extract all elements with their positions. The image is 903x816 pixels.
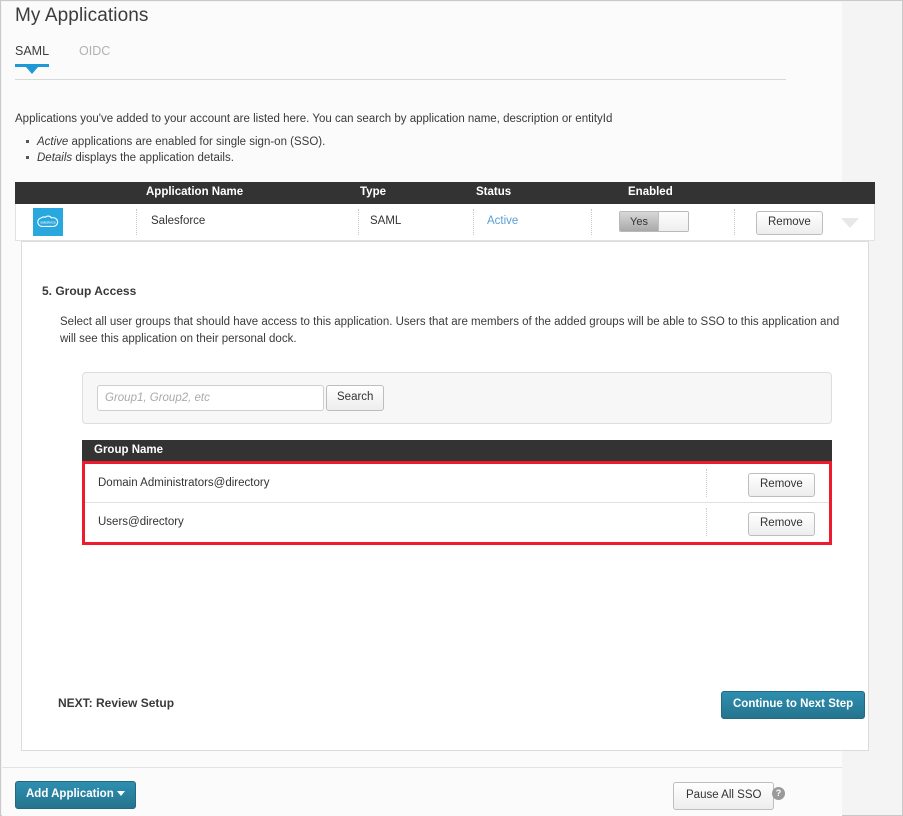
group-table: Group Name Domain Administrators@directo… xyxy=(82,440,832,545)
remove-application-button[interactable]: Remove xyxy=(756,211,823,235)
enabled-toggle-label: Yes xyxy=(620,212,658,231)
applications-table-header: Application Name Type Status Enabled xyxy=(15,182,875,204)
tab-oidc[interactable]: OIDC xyxy=(79,44,110,67)
table-row[interactable]: Users@directory Remove xyxy=(85,503,829,542)
search-button[interactable]: Search xyxy=(326,385,384,411)
cell-divider xyxy=(136,209,138,235)
tab-saml[interactable]: SAML xyxy=(15,44,49,67)
intro-text: Applications you've added to your accoun… xyxy=(15,111,815,166)
cell-divider xyxy=(591,209,593,235)
page-title: My Applications xyxy=(15,5,149,27)
header-divider xyxy=(15,79,786,80)
section-title: 5. Group Access xyxy=(42,284,136,298)
group-table-header: Group Name xyxy=(82,440,832,461)
footer-divider xyxy=(2,767,842,768)
intro-bullet-list: Active applications are enabled for sing… xyxy=(15,134,815,166)
group-name-value: Users@directory xyxy=(98,516,184,528)
application-type-value: SAML xyxy=(370,215,401,227)
column-header-type: Type xyxy=(360,186,386,198)
group-search-panel: Search xyxy=(82,372,832,424)
continue-to-next-step-button[interactable]: Continue to Next Step xyxy=(721,691,865,719)
applications-table: Application Name Type Status Enabled sal… xyxy=(15,182,875,241)
column-header-application-name: Application Name xyxy=(146,186,243,198)
remove-group-button[interactable]: Remove xyxy=(748,473,815,497)
group-table-rows: Domain Administrators@directory Remove U… xyxy=(82,464,832,545)
cell-divider xyxy=(706,469,707,497)
group-name-value: Domain Administrators@directory xyxy=(98,477,269,489)
caret-down-icon[interactable] xyxy=(841,218,859,228)
bullet-emphasis: Active xyxy=(37,136,68,148)
table-row[interactable]: salesforce Salesforce SAML Active Yes Re… xyxy=(15,204,875,241)
remove-group-button[interactable]: Remove xyxy=(748,512,815,536)
column-header-group-name: Group Name xyxy=(94,444,163,456)
cell-divider xyxy=(358,209,360,235)
tab-saml-caret-icon xyxy=(26,67,38,74)
application-page: My Applications SAML OIDC Applications y… xyxy=(0,0,903,816)
section-description: Select all user groups that should have … xyxy=(60,314,850,348)
cell-divider xyxy=(706,508,707,536)
column-header-status: Status xyxy=(476,186,511,198)
tab-saml-label: SAML xyxy=(15,44,49,58)
pause-all-sso-button[interactable]: Pause All SSO xyxy=(673,782,774,810)
add-application-button[interactable]: Add Application xyxy=(15,781,136,809)
add-application-label: Add Application xyxy=(26,788,114,800)
salesforce-cloud-icon: salesforce xyxy=(33,208,63,236)
application-name-value: Salesforce xyxy=(151,215,205,227)
column-header-enabled: Enabled xyxy=(628,186,673,198)
bullet-emphasis: Details xyxy=(37,152,72,164)
tab-bar: SAML OIDC xyxy=(15,44,785,74)
bullet-text: displays the application details. xyxy=(72,152,234,164)
svg-text:salesforce: salesforce xyxy=(40,220,56,224)
caret-down-icon xyxy=(117,791,125,796)
cell-divider xyxy=(734,209,736,235)
application-status-link[interactable]: Active xyxy=(487,215,518,227)
tab-oidc-label: OIDC xyxy=(79,44,110,58)
group-search-input[interactable] xyxy=(97,385,324,411)
cell-divider xyxy=(473,209,475,235)
next-step-label: NEXT: Review Setup xyxy=(58,696,174,710)
bullet-text: applications are enabled for single sign… xyxy=(68,136,325,148)
enabled-toggle[interactable]: Yes xyxy=(619,211,689,232)
intro-paragraph: Applications you've added to your accoun… xyxy=(15,111,815,127)
group-access-panel: 5. Group Access Select all user groups t… xyxy=(21,241,869,751)
enabled-toggle-knob xyxy=(658,212,689,231)
question-mark-icon[interactable]: ? xyxy=(772,787,785,800)
table-row[interactable]: Domain Administrators@directory Remove xyxy=(85,464,829,503)
list-item: Active applications are enabled for sing… xyxy=(37,134,815,150)
list-item: Details displays the application details… xyxy=(37,150,815,166)
